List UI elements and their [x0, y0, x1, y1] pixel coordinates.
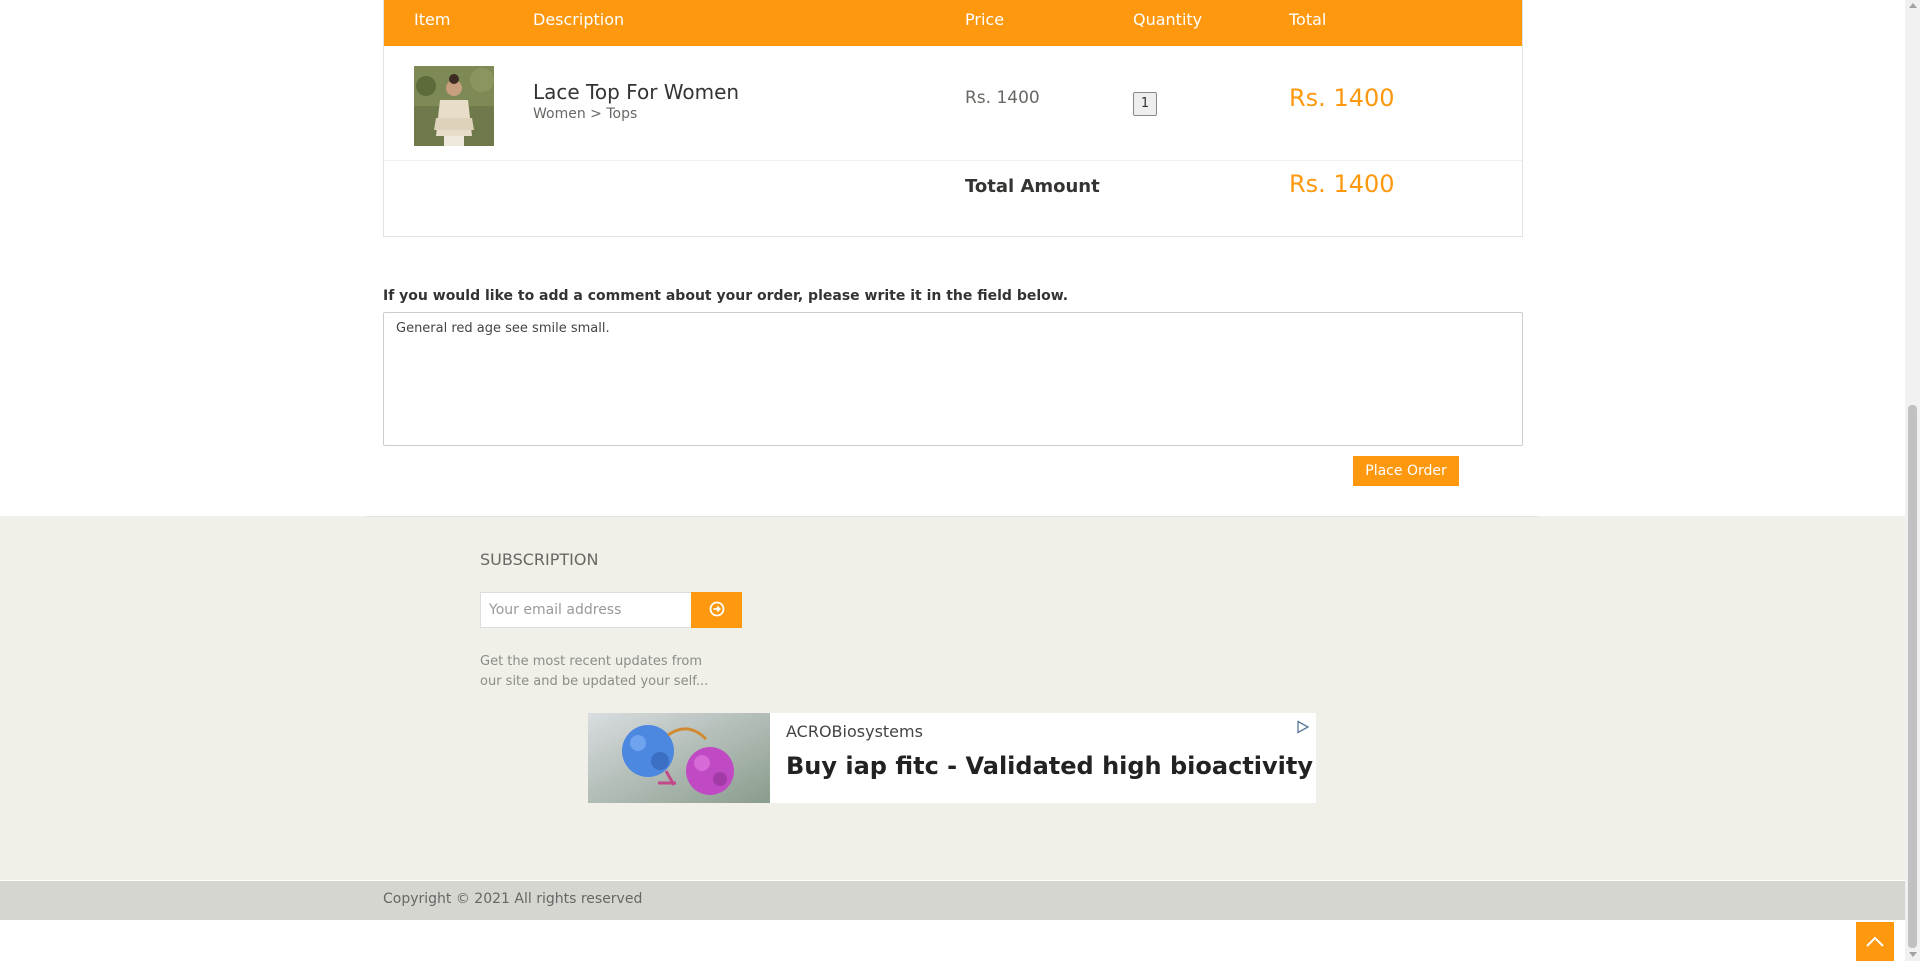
- product-thumbnail[interactable]: [414, 66, 494, 146]
- copyright-bar: [0, 881, 1905, 920]
- subscription-title: SUBSCRIPTION: [480, 550, 599, 569]
- place-order-button[interactable]: Place Order: [1353, 456, 1459, 486]
- header-item: Item: [414, 10, 451, 29]
- header-quantity: Quantity: [1133, 10, 1203, 29]
- subscription-description: Get the most recent updates from our sit…: [480, 654, 709, 689]
- header-price: Price: [965, 10, 1005, 29]
- scroll-down-arrow-icon[interactable]: [1909, 952, 1917, 957]
- total-amount-value: Rs. 1400: [1289, 170, 1395, 198]
- advertisement-banner[interactable]: ACROBiosystems Buy iap fitc - Validated …: [588, 713, 1316, 803]
- subscription-form: [480, 592, 742, 628]
- ad-image: [588, 713, 770, 803]
- quantity-box[interactable]: 1: [1133, 92, 1157, 116]
- page: Item Description Price Quantity Total La…: [0, 0, 1905, 961]
- footer-divider: [366, 516, 1538, 517]
- total-amount-label: Total Amount: [965, 176, 1100, 197]
- adchoices-icon[interactable]: [1296, 719, 1310, 734]
- comment-label: If you would like to add a comment about…: [383, 288, 1069, 304]
- row-divider: [384, 160, 1522, 161]
- header-description: Description: [533, 10, 625, 29]
- copyright-text: Copyright © 2021 All rights reserved: [383, 891, 643, 907]
- ad-brand: ACROBiosystems: [786, 722, 923, 741]
- scroll-to-top-button[interactable]: [1856, 922, 1894, 961]
- email-field[interactable]: [480, 592, 692, 628]
- product-category: Women > Tops: [533, 106, 638, 122]
- cart-table: Item Description Price Quantity Total La…: [383, 0, 1523, 237]
- header-total: Total: [1289, 10, 1327, 29]
- cart-table-header: Item Description Price Quantity Total: [384, 0, 1522, 46]
- product-name-link[interactable]: Lace Top For Women: [533, 80, 739, 104]
- product-price: Rs. 1400: [965, 88, 1040, 108]
- footer: [0, 516, 1905, 880]
- subscribe-button[interactable]: [691, 592, 742, 628]
- page-scrollbar[interactable]: [1905, 0, 1920, 961]
- arrow-circle-right-icon: [709, 601, 725, 620]
- scrollbar-thumb[interactable]: [1908, 405, 1917, 948]
- row-total: Rs. 1400: [1289, 84, 1395, 112]
- ad-headline: Buy iap fitc - Validated high bioactivit…: [786, 752, 1314, 780]
- order-comment-textarea[interactable]: General red age see smile small.: [383, 312, 1523, 446]
- chevron-up-icon: [1865, 932, 1885, 951]
- scroll-up-arrow-icon[interactable]: [1909, 3, 1917, 8]
